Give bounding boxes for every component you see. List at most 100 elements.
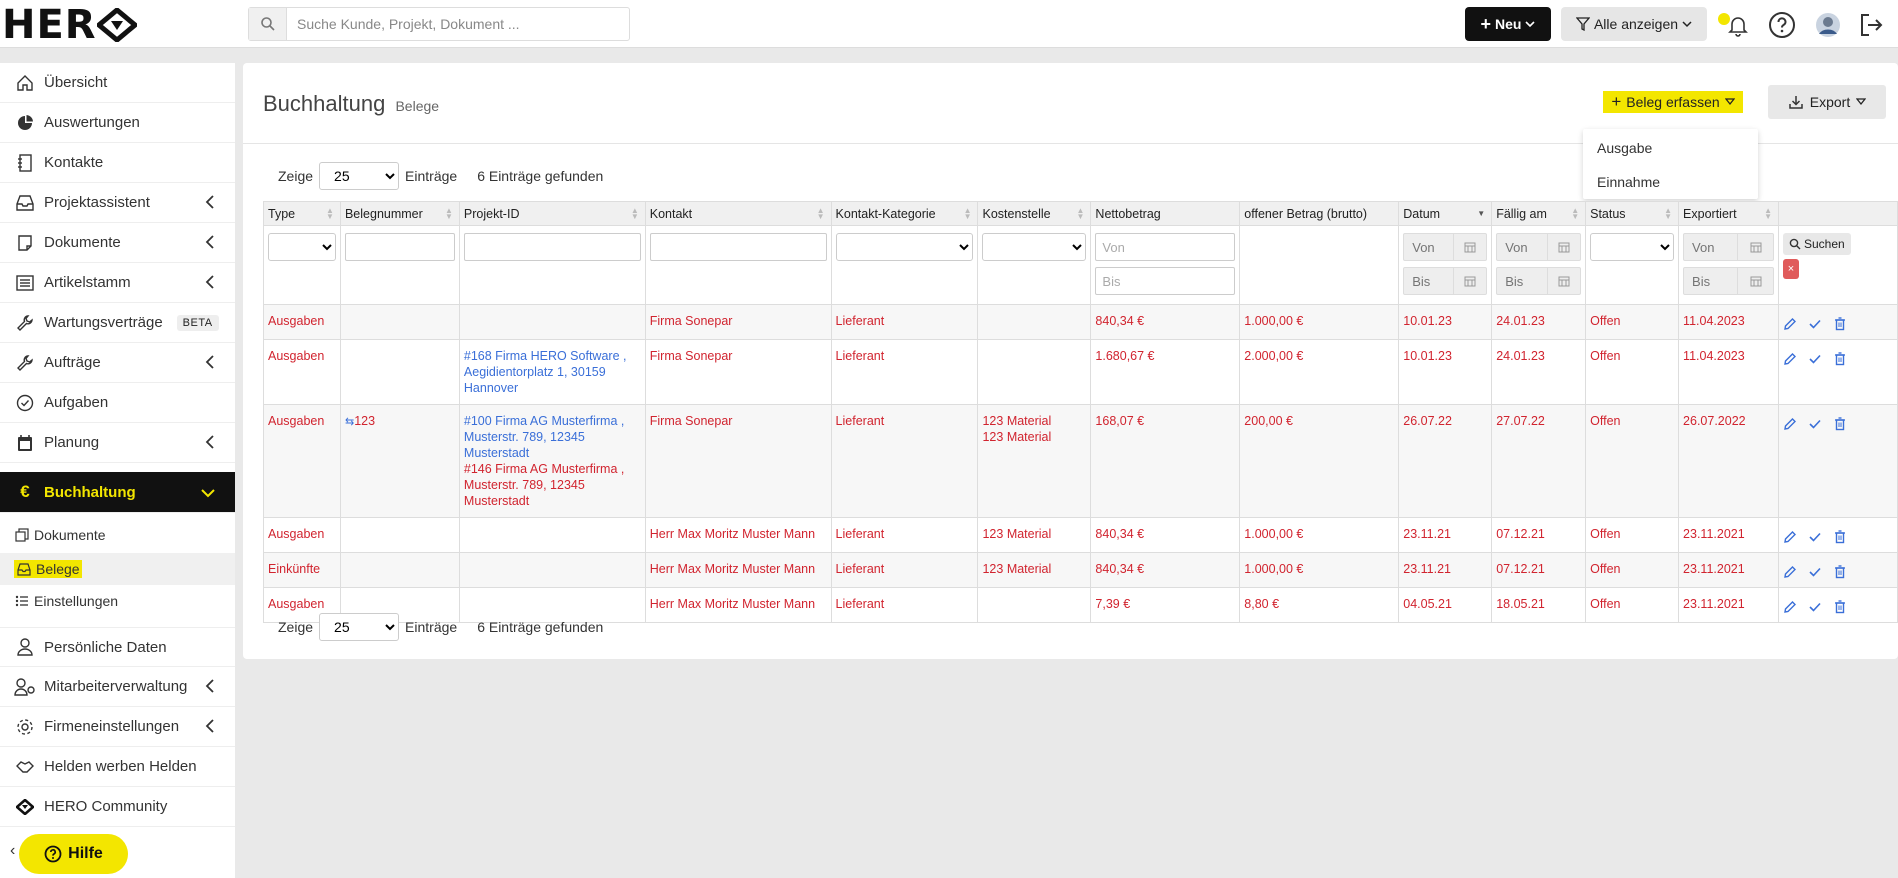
logout-icon[interactable]	[1856, 10, 1886, 40]
search-input[interactable]	[287, 8, 629, 40]
faellig-to-input[interactable]	[1497, 268, 1547, 294]
export-button[interactable]: Export	[1768, 85, 1886, 119]
datum-from-field[interactable]	[1403, 233, 1488, 261]
linked-doc-icon[interactable]: ⇆	[345, 416, 354, 428]
sidebar-item-artikelstamm[interactable]: Artikelstamm	[0, 263, 235, 303]
dropdown-item-einnahme[interactable]: Einnahme	[1583, 165, 1758, 199]
trash-icon[interactable]	[1833, 565, 1847, 579]
col-exportiert[interactable]: Exportiert ▲ ▼	[1678, 201, 1779, 226]
global-search[interactable]	[248, 7, 630, 41]
dropdown-item-ausgabe[interactable]: Ausgabe	[1583, 131, 1758, 165]
filter-all-button[interactable]: Alle anzeigen	[1561, 7, 1707, 41]
calendar-icon[interactable]	[1453, 234, 1486, 260]
add-beleg-button[interactable]: + Beleg erfassen	[1598, 85, 1748, 119]
check-icon[interactable]	[1808, 600, 1822, 614]
edit-icon[interactable]	[1783, 600, 1797, 614]
edit-icon[interactable]	[1783, 317, 1797, 331]
col-faellig-am[interactable]: Fällig am ▲ ▼	[1491, 201, 1587, 226]
sidebar-item-persoenliche-daten[interactable]: Persönliche Daten	[0, 627, 235, 667]
col-type[interactable]: Type ▲ ▼	[263, 201, 341, 226]
new-button[interactable]: + Neu	[1465, 7, 1551, 41]
sidebar-item-auswertungen[interactable]: Auswertungen	[0, 103, 235, 143]
sidebar-item-kontakte[interactable]: Kontakte	[0, 143, 235, 183]
belegnummer-filter-input[interactable]	[344, 233, 455, 261]
netto-from-input[interactable]	[1095, 233, 1236, 261]
exportiert-from-field[interactable]	[1683, 233, 1774, 261]
cell-project[interactable]	[458, 304, 646, 340]
col-kontakt[interactable]: Kontakt ▲ ▼	[644, 201, 832, 226]
sidebar-item-dokumente[interactable]: Dokumente	[0, 223, 235, 263]
edit-icon[interactable]	[1783, 352, 1797, 366]
calendar-icon[interactable]	[1737, 234, 1773, 260]
table-row[interactable]: Ausgaben Herr Max Moritz Muster Mann Lie…	[263, 517, 1898, 553]
col-belegnummer[interactable]: Belegnummer ▲ ▼	[339, 201, 460, 226]
sidebar-item-firmeneinstellungen[interactable]: Firmeneinstellungen	[0, 707, 235, 747]
projekt-filter-input[interactable]	[463, 233, 641, 261]
datum-from-input[interactable]	[1404, 234, 1454, 260]
sidebar-item-mitarbeiterverwaltung[interactable]: Mitarbeiterverwaltung	[0, 667, 235, 707]
help-button[interactable]: Hilfe	[19, 834, 128, 874]
sidebar-sub-belege[interactable]: Belege	[0, 553, 235, 585]
calendar-icon[interactable]	[1453, 268, 1486, 294]
check-icon[interactable]	[1808, 417, 1822, 431]
calendar-icon[interactable]	[1546, 234, 1580, 260]
sidebar-item-buchhaltung[interactable]: € Buchhaltung	[0, 472, 235, 513]
faellig-to-field[interactable]	[1496, 267, 1582, 295]
faellig-from-field[interactable]	[1496, 233, 1582, 261]
trash-icon[interactable]	[1833, 317, 1847, 331]
check-icon[interactable]	[1808, 317, 1822, 331]
bell-icon[interactable]	[1723, 10, 1753, 40]
trash-icon[interactable]	[1833, 417, 1847, 431]
edit-icon[interactable]	[1783, 530, 1797, 544]
netto-to-input[interactable]	[1095, 267, 1236, 295]
avatar[interactable]	[1813, 10, 1843, 40]
kategorie-filter-select[interactable]	[835, 233, 974, 261]
col-kontakt-kategorie[interactable]: Kontakt-Kategorie ▲ ▼	[830, 201, 979, 226]
col-kostenstelle[interactable]: Kostenstelle ▲ ▼	[977, 201, 1092, 226]
col-status[interactable]: Status ▲ ▼	[1585, 201, 1680, 226]
calendar-icon[interactable]	[1737, 268, 1773, 294]
table-row[interactable]: Ausgaben #168 Firma HERO Software , Aegi…	[263, 339, 1898, 405]
collapse-sidebar-icon[interactable]: ‹	[10, 842, 15, 860]
sidebar-item-uebersicht[interactable]: Übersicht	[0, 63, 235, 103]
exportiert-from-input[interactable]	[1684, 234, 1738, 260]
trash-icon[interactable]	[1833, 530, 1847, 544]
help-icon[interactable]	[1767, 10, 1797, 40]
col-projekt-id[interactable]: Projekt-ID ▲ ▼	[458, 201, 646, 226]
type-filter-select[interactable]	[268, 233, 336, 261]
table-row[interactable]: Ausgaben ⇆123 #100 Firma AG Musterfirma …	[263, 404, 1898, 518]
page-size-select[interactable]: 25	[319, 162, 400, 190]
check-icon[interactable]	[1808, 565, 1822, 579]
cell-project[interactable]	[458, 552, 646, 588]
edit-icon[interactable]	[1783, 565, 1797, 579]
check-icon[interactable]	[1808, 352, 1822, 366]
hero-logo[interactable]: HER	[2, 5, 137, 45]
check-icon[interactable]	[1808, 530, 1822, 544]
col-datum[interactable]: Datum ▼	[1398, 201, 1493, 226]
sidebar-item-projektassistent[interactable]: Projektassistent	[0, 183, 235, 223]
cell-project[interactable]	[458, 517, 646, 553]
table-row[interactable]: Einkünfte Herr Max Moritz Muster Mann Li…	[263, 552, 1898, 588]
kontakt-filter-input[interactable]	[649, 233, 827, 261]
cell-project-2[interactable]: #146 Firma AG Musterfirma , Musterstr. 7…	[464, 461, 641, 509]
sidebar-sub-einstellungen[interactable]: Einstellungen	[0, 585, 235, 617]
sidebar-sub-dokumente[interactable]: Dokumente	[0, 519, 235, 551]
calendar-icon[interactable]	[1546, 268, 1580, 294]
sidebar-item-wartungsvertraege[interactable]: Wartungsverträge BETA	[0, 303, 235, 343]
sidebar-item-aufgaben[interactable]: Aufgaben	[0, 383, 235, 423]
sidebar-item-hero-community[interactable]: HERO Community	[0, 787, 235, 827]
page-size-select[interactable]: 25	[319, 613, 400, 641]
kostenstelle-filter-select[interactable]	[982, 233, 1087, 261]
filter-reset-button[interactable]: ×	[1783, 259, 1799, 279]
status-filter-select[interactable]	[1590, 233, 1675, 261]
faellig-from-input[interactable]	[1497, 234, 1547, 260]
sidebar-item-planung[interactable]: Planung	[0, 423, 235, 463]
datum-to-input[interactable]	[1404, 268, 1454, 294]
filter-search-button[interactable]: Suchen	[1783, 233, 1851, 255]
datum-to-field[interactable]	[1403, 267, 1488, 295]
table-row[interactable]: Ausgaben Firma Sonepar Lieferant 840,34 …	[263, 304, 1898, 340]
trash-icon[interactable]	[1833, 352, 1847, 366]
exportiert-to-input[interactable]	[1684, 268, 1738, 294]
search-icon[interactable]	[249, 8, 287, 40]
edit-icon[interactable]	[1783, 417, 1797, 431]
